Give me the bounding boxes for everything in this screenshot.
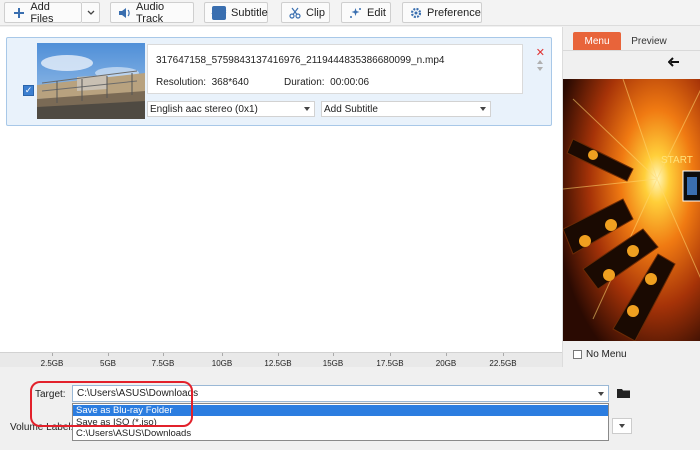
scale-tick-mark (446, 353, 447, 356)
edit-label: Edit (367, 6, 386, 19)
file-checkbox[interactable]: ✓ (23, 85, 34, 96)
sparkle-icon (349, 6, 362, 20)
move-down-icon[interactable] (537, 67, 543, 71)
no-menu-checkbox[interactable] (573, 350, 582, 359)
file-name: 317647158_5759843137416976_2119444835386… (156, 55, 445, 66)
scale-tick-mark (333, 353, 334, 356)
clip-label: Clip (306, 6, 325, 19)
option-save-iso[interactable]: Save as ISO (*.iso) (73, 417, 608, 428)
scale-tick-mark (503, 353, 504, 356)
plus-icon (12, 6, 25, 20)
remove-file-icon[interactable]: ✕ (536, 46, 545, 59)
scale-tick-label: 20GB (435, 359, 457, 368)
chevron-down-icon (598, 392, 604, 396)
speaker-icon (118, 6, 131, 20)
scale-tick-mark (390, 353, 391, 356)
chevron-down-icon (304, 107, 310, 111)
subtitle-abc-icon: ABC (211, 5, 227, 20)
video-thumbnail (37, 43, 145, 119)
file-info-box: 317647158_5759843137416976_2119444835386… (147, 44, 523, 94)
preference-label: Preference (427, 6, 481, 19)
resolution-label: Resolution: (156, 77, 207, 88)
preference-button[interactable]: Preference (402, 2, 482, 23)
duration-label: Duration: (284, 77, 325, 88)
resolution-row: Resolution: 368*640 (156, 77, 249, 88)
subtitle-select[interactable]: Add Subtitle (321, 101, 491, 117)
scale-tick-label: 17.5GB (376, 359, 404, 368)
audio-track-value: English aac stereo (0x1) (150, 103, 258, 115)
tab-preview[interactable]: Preview (625, 32, 673, 50)
gear-icon (410, 6, 422, 20)
audio-track-label: Audio Track (136, 0, 165, 25)
toolbar: Add Files Audio Track ABC Subtitle Clip … (0, 0, 700, 26)
preview-start-text: START (661, 155, 693, 166)
chevron-down-icon (87, 10, 94, 15)
scale-tick-label: 5GB (99, 359, 117, 368)
scale-tick-mark (278, 353, 279, 356)
scale-tick-label: 22.5GB (489, 359, 517, 368)
scale-tick-mark (52, 353, 53, 356)
scale-tick-label: 7.5GB (151, 359, 175, 368)
chevron-down-icon (480, 107, 486, 111)
scale-tick-label: 10GB (211, 359, 233, 368)
clip-button[interactable]: Clip (281, 2, 330, 23)
scale-tick-label: 15GB (322, 359, 344, 368)
file-list-area: ✓ 317647158_5759843137416976_21194448353… (0, 27, 562, 352)
no-menu-label: No Menu (586, 349, 627, 360)
scale-tick-label: 2.5GB (40, 359, 64, 368)
add-files-button[interactable]: Add Files (4, 0, 82, 25)
scale-tick-mark (108, 353, 109, 356)
tab-menu[interactable]: Menu (573, 32, 621, 50)
subtitle-button[interactable]: ABC Subtitle (204, 2, 268, 23)
subtitle-label: Subtitle (231, 6, 268, 19)
chevron-down-icon (619, 424, 625, 428)
resolution-value: 368*640 (211, 77, 249, 88)
target-value: C:\Users\ASUS\Downloads (77, 388, 199, 399)
edit-button[interactable]: Edit (341, 2, 391, 23)
file-item[interactable]: ✓ 317647158_5759843137416976_21194448353… (6, 37, 552, 126)
scale-tick-mark (163, 353, 164, 356)
scissors-icon (289, 6, 301, 20)
add-files-label: Add Files (30, 0, 54, 25)
storage-scale: 2.5GB 5GB 7.5GB 10GB 12.5GB 15GB 17.5GB 20GB 22.… (0, 352, 562, 368)
folder-icon[interactable] (617, 388, 630, 398)
no-menu-option[interactable]: No Menu (573, 349, 627, 360)
right-panel: Menu Preview START No Menu (562, 27, 700, 367)
volume-dropdown-button[interactable] (612, 418, 632, 434)
volume-label: Volume Label: (10, 422, 74, 433)
target-dropdown-list: Save as Blu-ray Folder Save as ISO (*.is… (72, 403, 609, 441)
duration-row: Duration: 00:00:06 (284, 77, 369, 88)
duration-value: 00:00:06 (330, 77, 370, 88)
audio-track-select[interactable]: English aac stereo (0x1) (147, 101, 315, 117)
subtitle-value: Add Subtitle (324, 103, 378, 115)
back-arrow-icon[interactable] (667, 56, 680, 70)
target-label: Target: (35, 389, 66, 400)
option-downloads-path[interactable]: C:\Users\ASUS\Downloads (73, 428, 608, 439)
tab-divider (563, 50, 700, 51)
bottom-panel: Target: C:\Users\ASUS\Downloads Volume L… (0, 368, 700, 450)
move-up-icon[interactable] (537, 60, 543, 64)
option-save-bluray-folder[interactable]: Save as Blu-ray Folder (73, 405, 608, 416)
scale-tick-label: 12.5GB (264, 359, 292, 368)
add-files-dropdown-button[interactable] (82, 2, 100, 23)
scale-tick-mark (222, 353, 223, 356)
target-select[interactable]: C:\Users\ASUS\Downloads (72, 385, 609, 402)
menu-template-preview: START (563, 79, 700, 341)
audio-track-button[interactable]: Audio Track (110, 0, 194, 25)
